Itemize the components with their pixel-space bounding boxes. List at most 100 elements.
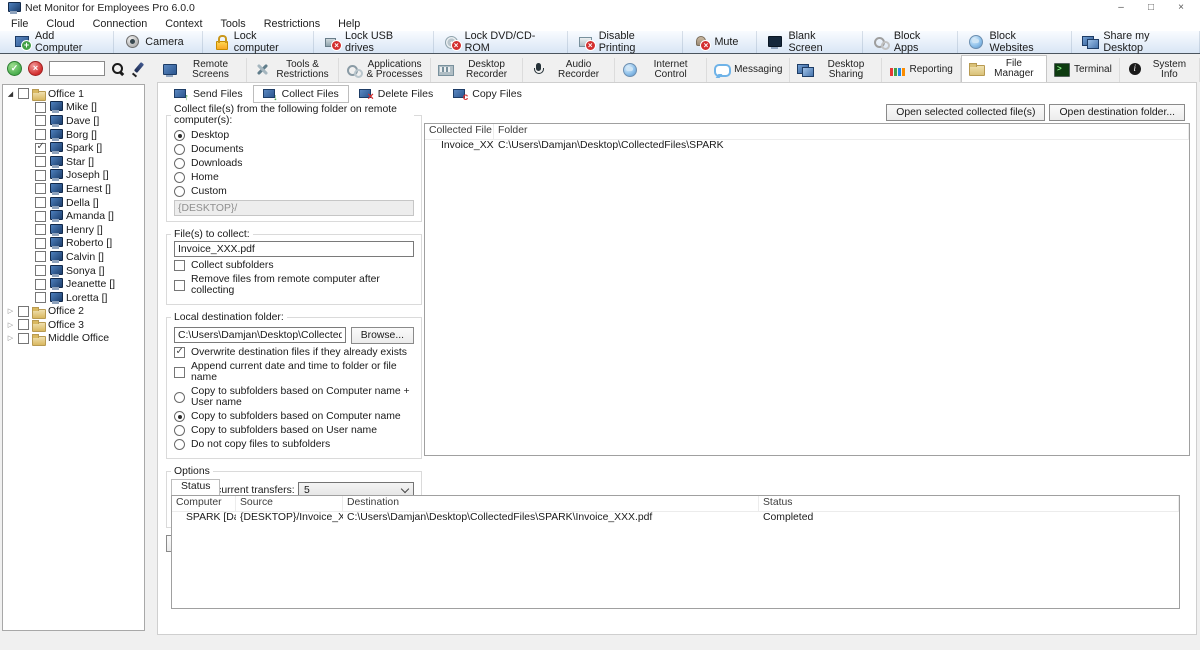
files-to-collect-input[interactable] [174, 241, 414, 257]
module-tab[interactable]: Desktop Sharing [790, 58, 882, 82]
tree-item-checkbox[interactable] [35, 183, 46, 194]
tree-item-checkbox[interactable] [35, 265, 46, 276]
open-button[interactable]: Open destination folder... [1049, 104, 1185, 121]
menu-item[interactable]: Tools [211, 18, 254, 30]
source-folder-option[interactable]: Custom [174, 186, 414, 197]
module-tab[interactable]: Desktop Recorder [431, 58, 523, 82]
tree-item-checkbox[interactable] [18, 306, 29, 317]
tree-item[interactable]: Roberto [] [3, 237, 144, 251]
file-operation-tab[interactable]: Send Files [164, 85, 253, 103]
checkbox-icon[interactable] [174, 260, 185, 271]
module-tab[interactable]: Audio Recorder [523, 58, 615, 82]
tree-item-checkbox[interactable] [18, 333, 29, 344]
source-folder-option[interactable]: Downloads [174, 158, 414, 169]
tree-item-checkbox[interactable] [35, 251, 46, 262]
source-folder-option[interactable]: Home [174, 172, 414, 183]
tree-item-checkbox[interactable] [35, 279, 46, 290]
tree-item[interactable]: Spark [] [3, 141, 144, 155]
radio-icon[interactable] [174, 425, 185, 436]
menu-item[interactable]: Context [156, 18, 211, 30]
radio-icon[interactable] [174, 186, 185, 197]
column-header[interactable]: Status [759, 496, 1179, 511]
file-operation-tab[interactable]: Delete Files [349, 85, 443, 103]
edit-icon[interactable] [131, 62, 145, 76]
tree-item[interactable]: Joseph [] [3, 169, 144, 183]
checkbox-icon[interactable] [174, 367, 185, 378]
tree-item[interactable]: Dave [] [3, 114, 144, 128]
radio-icon[interactable] [174, 144, 185, 155]
tree-item[interactable]: Mike [] [3, 101, 144, 115]
tree-item-checkbox[interactable] [35, 129, 46, 140]
collect-option[interactable]: Remove files from remote computer after … [174, 274, 414, 296]
toolbar-button[interactable]: Disable Printing [568, 31, 684, 53]
tree-item[interactable]: Della [] [3, 196, 144, 210]
toolbar-button[interactable]: Camera [114, 31, 202, 53]
destination-option[interactable]: Overwrite destination files if they alre… [174, 347, 414, 358]
file-operation-tab[interactable]: Copy Files [443, 85, 532, 103]
tree-item[interactable]: Office 1 [3, 87, 144, 101]
collected-file-row[interactable]: Invoice_XXX.pdf C:\Users\Damjan\Desktop\… [425, 140, 1189, 154]
toolbar-button[interactable]: Add Computer [4, 31, 114, 53]
file-operation-tab[interactable]: Collect Files [253, 85, 349, 103]
tree-item[interactable]: Jeanette [] [3, 277, 144, 291]
column-header[interactable]: Folder [494, 124, 1189, 139]
tree-item[interactable]: Amanda [] [3, 209, 144, 223]
column-header[interactable]: Destination [343, 496, 759, 511]
menu-item[interactable]: Restrictions [255, 18, 329, 30]
maximize-button[interactable]: □ [1136, 0, 1166, 16]
browse-button[interactable]: Browse... [351, 327, 414, 344]
toolbar-button[interactable]: Lock USB drives [314, 31, 434, 53]
status-tab[interactable]: Status [171, 479, 220, 495]
source-folder-option[interactable]: Desktop [174, 130, 414, 141]
destination-option[interactable]: Append current date and time to folder o… [174, 361, 414, 383]
tree-item[interactable]: Middle Office [3, 332, 144, 346]
toolbar-button[interactable]: Blank Screen [757, 31, 862, 53]
module-tab[interactable]: System Info [1120, 58, 1200, 82]
module-tab[interactable]: Remote Screens [155, 58, 247, 82]
radio-icon[interactable] [174, 172, 185, 183]
tree-item[interactable]: Henry [] [3, 223, 144, 237]
tree-item-checkbox[interactable] [35, 211, 46, 222]
close-button[interactable]: × [1166, 0, 1196, 16]
tree-item-checkbox[interactable] [35, 102, 46, 113]
tree-item[interactable]: Calvin [] [3, 250, 144, 264]
menu-item[interactable]: Connection [84, 18, 157, 30]
toolbar-button[interactable]: Block Websites [958, 31, 1072, 53]
subfolder-option[interactable]: Copy to subfolders based on User name [174, 425, 414, 436]
tree-expander-icon[interactable] [6, 307, 15, 315]
toolbar-button[interactable]: Share my Desktop [1072, 31, 1200, 53]
tree-item-checkbox[interactable] [18, 88, 29, 99]
module-tab[interactable]: Messaging [707, 58, 790, 82]
subfolder-option[interactable]: Do not copy files to subfolders [174, 439, 414, 450]
module-tab[interactable]: Reporting [882, 58, 960, 82]
tree-item[interactable]: Borg [] [3, 128, 144, 142]
menu-item[interactable]: Cloud [37, 18, 83, 30]
toolbar-button[interactable]: Lock computer [203, 31, 314, 53]
tree-item-checkbox[interactable] [35, 292, 46, 303]
radio-icon[interactable] [174, 411, 185, 422]
destination-folder-input[interactable] [174, 327, 346, 343]
toolbar-button[interactable]: Block Apps [863, 31, 959, 53]
radio-icon[interactable] [174, 158, 185, 169]
module-tab[interactable]: File Manager [961, 55, 1047, 82]
toolbar-button[interactable]: Lock DVD/CD-ROM [434, 31, 568, 53]
tree-item[interactable]: Office 3 [3, 318, 144, 332]
custom-path-input[interactable] [174, 200, 414, 216]
toolbar-button[interactable]: Mute [683, 31, 757, 53]
minimize-button[interactable]: – [1106, 0, 1136, 16]
checkbox-icon[interactable] [174, 347, 185, 358]
module-tab[interactable]: Terminal [1047, 58, 1120, 82]
tree-item-checkbox[interactable] [35, 197, 46, 208]
search-input[interactable] [49, 61, 105, 76]
tree-item[interactable]: Sonya [] [3, 264, 144, 278]
subfolder-option[interactable]: Copy to subfolders based on Computer nam… [174, 386, 414, 408]
menu-item[interactable]: File [2, 18, 37, 30]
tree-expander-icon[interactable] [6, 321, 15, 329]
column-header[interactable]: Computer [172, 496, 236, 511]
tree-item-checkbox[interactable] [35, 170, 46, 181]
status-row[interactable]: SPARK [Damjan] {DESKTOP}/Invoice_XXX.pdf… [172, 512, 1179, 526]
tree-expander-icon[interactable] [6, 334, 15, 342]
tree-item[interactable]: Loretta [] [3, 291, 144, 305]
tree-item-checkbox[interactable] [18, 319, 29, 330]
tree-item[interactable]: Earnest [] [3, 182, 144, 196]
